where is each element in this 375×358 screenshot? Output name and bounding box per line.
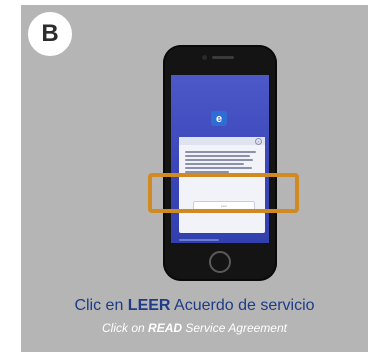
caption-spanish-bold: LEER: [127, 297, 171, 314]
caption-english-prefix: Click on: [102, 321, 149, 335]
caption-english: Click on READ Service Agreement: [21, 321, 368, 335]
caption-english-suffix: Service Agreement: [182, 321, 287, 335]
instruction-panel: B e × Leer Clic en LEER Acuerdo de servi…: [21, 5, 368, 352]
caption-spanish: Clic en LEER Acuerdo de servicio: [21, 297, 368, 315]
caption-spanish-prefix: Clic en: [74, 297, 128, 314]
home-button[interactable]: [209, 251, 231, 273]
read-button-highlight: [148, 173, 299, 213]
caption-spanish-suffix: Acuerdo de servicio: [170, 297, 315, 314]
speaker-grill: [212, 56, 234, 59]
caption-english-bold: READ: [148, 321, 183, 335]
card-header: ×: [179, 137, 265, 145]
close-icon[interactable]: ×: [255, 138, 262, 145]
screen-link-line: [179, 239, 219, 241]
app-logo-icon: e: [211, 111, 227, 126]
phone-screen: e × Leer: [171, 75, 269, 243]
front-camera-icon: [202, 55, 207, 60]
step-badge: B: [25, 9, 75, 59]
agreement-text: [185, 151, 259, 175]
phone-mockup: e × Leer: [163, 45, 277, 281]
